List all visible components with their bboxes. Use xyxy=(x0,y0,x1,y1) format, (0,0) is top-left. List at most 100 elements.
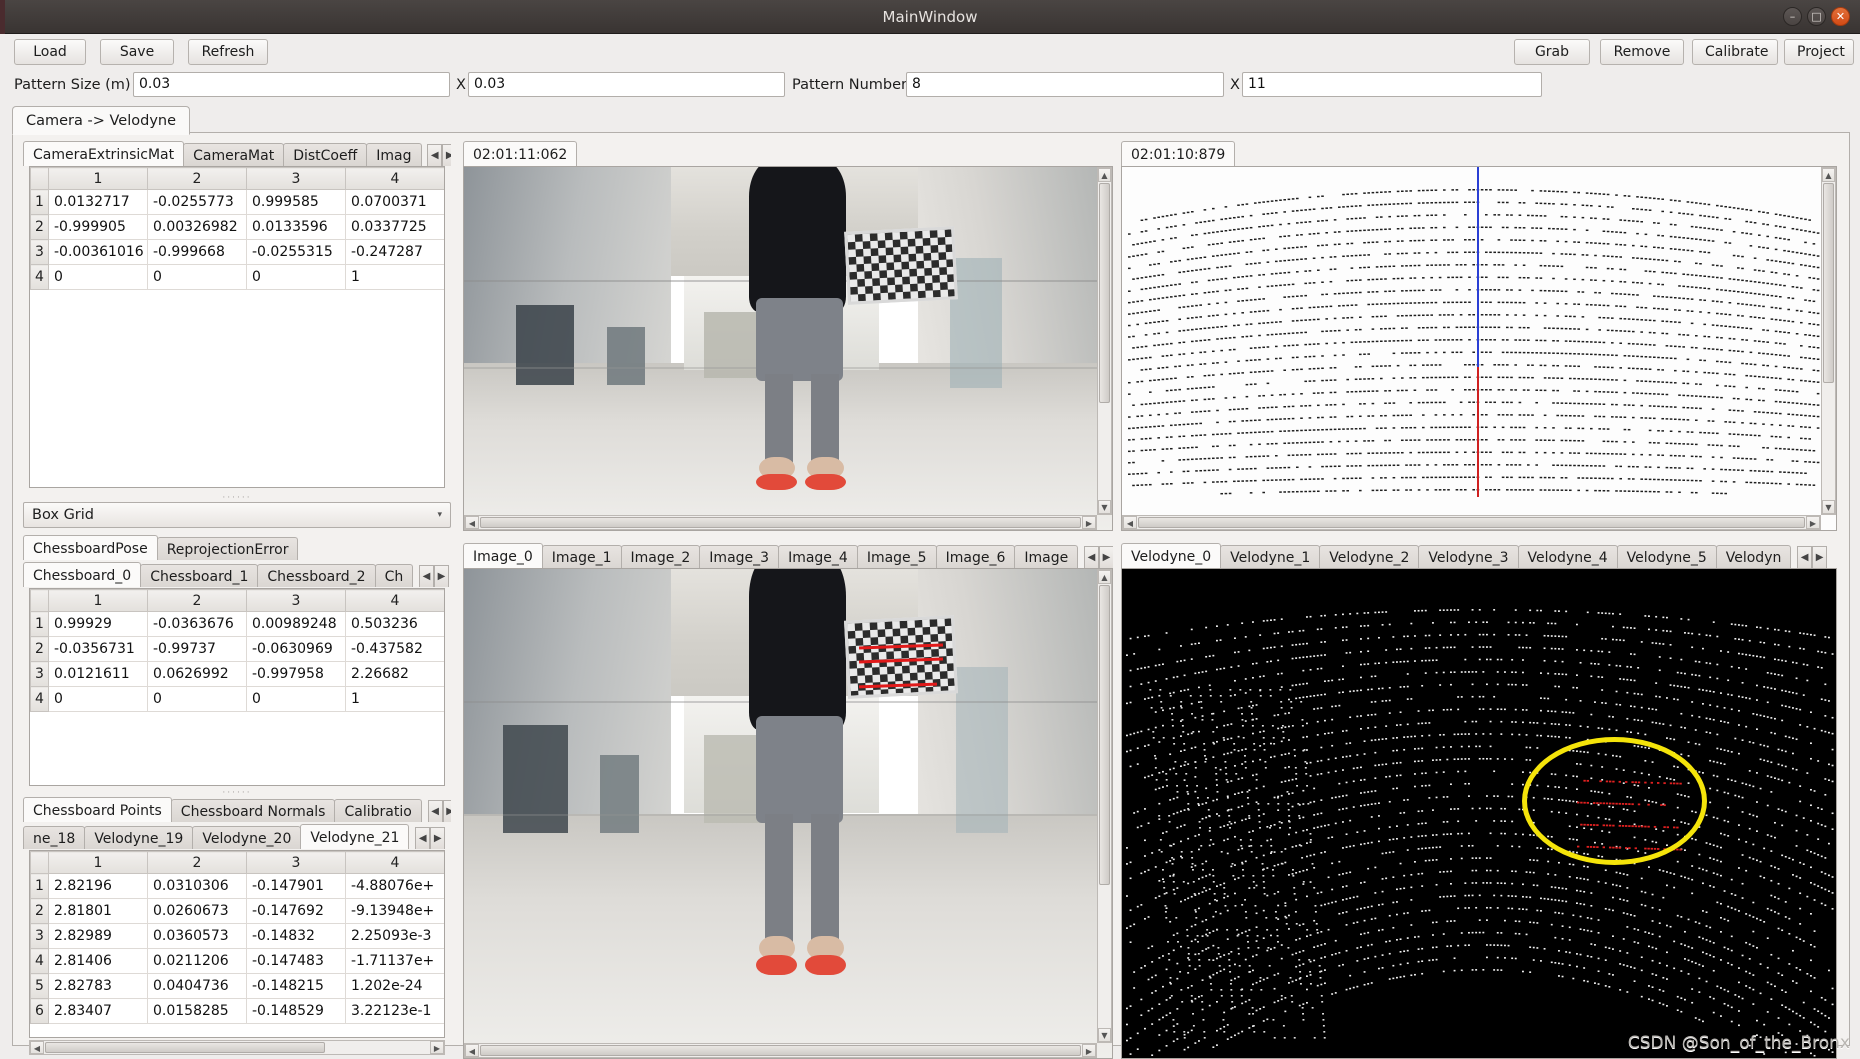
cell[interactable]: 2.26682 xyxy=(345,661,444,687)
cell[interactable]: -4.88076e+ xyxy=(345,873,444,899)
cell[interactable]: -0.14832 xyxy=(246,923,346,949)
cell[interactable]: 0 xyxy=(147,264,247,290)
chevron-right-icon[interactable]: ▶ xyxy=(1812,546,1828,568)
cell[interactable]: 0.00326982 xyxy=(147,214,247,240)
scroll-down-arrow[interactable]: ▼ xyxy=(1098,1028,1111,1042)
splitter-handle-2[interactable]: ······ xyxy=(23,789,451,798)
cell[interactable]: 0.0700371 xyxy=(345,189,444,215)
row-header[interactable]: 4 xyxy=(30,264,49,290)
chessboard-pose-table[interactable]: 1 2 3 4 1 0.99929 -0.0363676 0.00989248 … xyxy=(29,588,445,786)
cell[interactable]: -0.0255773 xyxy=(147,189,247,215)
minimize-button[interactable]: – xyxy=(1783,7,1802,26)
scroll-up-arrow[interactable]: ▲ xyxy=(1098,570,1111,584)
cell[interactable]: 0.0360573 xyxy=(147,923,247,949)
scroll-thumb[interactable] xyxy=(1823,183,1834,383)
row-header[interactable]: 2 xyxy=(30,898,49,924)
project-button[interactable]: Project xyxy=(1784,39,1854,65)
tab-velodyne-3[interactable]: Velodyne_3 xyxy=(1418,545,1519,568)
row-header[interactable]: 1 xyxy=(30,189,49,215)
camera-view-hscrollbar[interactable]: ◀ ▶ xyxy=(464,515,1097,530)
chevron-right-icon[interactable]: ▶ xyxy=(1099,546,1113,568)
tab-imagesize[interactable]: Imag xyxy=(366,143,422,166)
cell[interactable]: -0.997958 xyxy=(246,661,346,687)
save-button[interactable]: Save xyxy=(100,39,174,65)
scroll-left-arrow[interactable]: ◀ xyxy=(1123,516,1137,529)
tab-chessboard-3[interactable]: Ch xyxy=(374,564,414,587)
scroll-down-arrow[interactable]: ▼ xyxy=(1098,500,1111,514)
projected-view-hscrollbar[interactable]: ◀ ▶ xyxy=(464,1043,1097,1058)
chevron-left-icon[interactable]: ◀ xyxy=(415,827,431,849)
tab-velodyne-19[interactable]: Velodyne_19 xyxy=(84,826,194,849)
cell[interactable]: 2.25093e-3 xyxy=(345,923,444,949)
cell[interactable]: 0.0310306 xyxy=(147,873,247,899)
lidar-topdown-viewport[interactable]: ▲ ▼ ◀ ▶ xyxy=(1121,166,1837,531)
tab-velodyne-6[interactable]: Velodyn xyxy=(1715,545,1792,568)
lidar-timestamp-tab[interactable]: 02:01:10:879 xyxy=(1121,141,1236,166)
pattern-size-x-input[interactable]: 0.03 xyxy=(133,72,450,97)
cell[interactable]: -0.0363676 xyxy=(147,611,247,637)
cell[interactable]: 2.83407 xyxy=(48,998,148,1024)
cell[interactable]: 0.503236 xyxy=(345,611,444,637)
cell[interactable]: 0.0158285 xyxy=(147,998,247,1024)
cell[interactable]: 0.0133596 xyxy=(246,214,346,240)
tab-image-6[interactable]: Image_6 xyxy=(935,545,1016,568)
velodyne-3d-viewport[interactable] xyxy=(1121,568,1837,1059)
cell[interactable]: 0.0626992 xyxy=(147,661,247,687)
col-header[interactable]: 2 xyxy=(147,167,247,190)
tab-chessboard-1[interactable]: Chessboard_1 xyxy=(140,564,259,587)
cell[interactable]: 0 xyxy=(48,264,148,290)
tab-velodyne-21[interactable]: Velodyne_21 xyxy=(300,824,410,849)
cell[interactable]: 0.0132717 xyxy=(48,189,148,215)
tab-calibration[interactable]: Calibratio xyxy=(334,799,422,822)
cell[interactable]: 0 xyxy=(246,686,346,712)
cell[interactable]: -1.71137e+ xyxy=(345,948,444,974)
row-header[interactable]: 6 xyxy=(30,998,49,1024)
cell[interactable]: 1 xyxy=(345,686,444,712)
scroll-thumb[interactable] xyxy=(1099,585,1110,885)
cell[interactable]: -9.13948e+ xyxy=(345,898,444,924)
cell[interactable]: 0 xyxy=(147,686,247,712)
cell[interactable]: 3.22123e-1 xyxy=(345,998,444,1024)
calibrate-button[interactable]: Calibrate xyxy=(1692,39,1778,65)
cell[interactable]: 0.00989248 xyxy=(246,611,346,637)
scroll-down-arrow[interactable]: ▼ xyxy=(1822,500,1835,514)
cell[interactable]: -0.147483 xyxy=(246,948,346,974)
cell[interactable]: 0.0337725 xyxy=(345,214,444,240)
camera-image-viewport[interactable]: ▲ ▼ ◀ ▶ xyxy=(463,166,1113,531)
scroll-left-arrow[interactable]: ◀ xyxy=(465,516,479,529)
camera-view-vscrollbar[interactable]: ▲ ▼ xyxy=(1097,167,1112,515)
row-header[interactable]: 3 xyxy=(30,661,49,687)
cell[interactable]: 0.999585 xyxy=(246,189,346,215)
points-table-hscrollbar[interactable]: ◀ ▶ xyxy=(29,1040,445,1055)
tab-reprojectionerror[interactable]: ReprojectionError xyxy=(156,537,299,560)
row-header[interactable]: 5 xyxy=(30,973,49,999)
cell[interactable]: -0.99737 xyxy=(147,636,247,662)
cell[interactable]: -0.147901 xyxy=(246,873,346,899)
lidar-topdown-hscrollbar[interactable]: ◀ ▶ xyxy=(1122,515,1821,530)
col-header[interactable]: 2 xyxy=(147,851,247,874)
scroll-left-arrow[interactable]: ◀ xyxy=(30,1041,44,1054)
tab-chessboard-0[interactable]: Chessboard_0 xyxy=(23,562,142,587)
tab-image-4[interactable]: Image_4 xyxy=(778,545,858,568)
tab-image-2[interactable]: Image_2 xyxy=(620,545,701,568)
row-header[interactable]: 4 xyxy=(30,686,49,712)
load-button[interactable]: Load xyxy=(14,39,86,65)
chevron-right-icon[interactable]: ▶ xyxy=(442,800,451,822)
chessboard-points-table[interactable]: 1 2 3 4 1 2.82196 0.0310306 -0.147901 -4… xyxy=(29,850,445,1038)
tab-distcoeff[interactable]: DistCoeff xyxy=(283,143,368,166)
tab-cameraextrinsicmat[interactable]: CameraExtrinsicMat xyxy=(23,141,185,166)
cell[interactable]: 0.0404736 xyxy=(147,973,247,999)
cell[interactable]: 0.0121611 xyxy=(48,661,148,687)
calib-matrix-table[interactable]: 1 2 3 4 1 0.0132717 -0.0255773 0.999585 … xyxy=(29,166,445,488)
tab-velodyne-20[interactable]: Velodyne_20 xyxy=(192,826,302,849)
tab-cameramat[interactable]: CameraMat xyxy=(183,143,285,166)
cell[interactable]: -0.999668 xyxy=(147,239,247,265)
scroll-right-arrow[interactable]: ▶ xyxy=(1806,516,1820,529)
tab-camera-to-velodyne[interactable]: Camera -> Velodyne xyxy=(12,106,191,135)
grab-button[interactable]: Grab xyxy=(1514,39,1590,65)
cell[interactable]: 2.81801 xyxy=(48,898,148,924)
cell[interactable]: 2.82989 xyxy=(48,923,148,949)
row-header[interactable]: 1 xyxy=(30,873,49,899)
row-header[interactable]: 2 xyxy=(30,214,49,240)
cell[interactable]: 2.81406 xyxy=(48,948,148,974)
